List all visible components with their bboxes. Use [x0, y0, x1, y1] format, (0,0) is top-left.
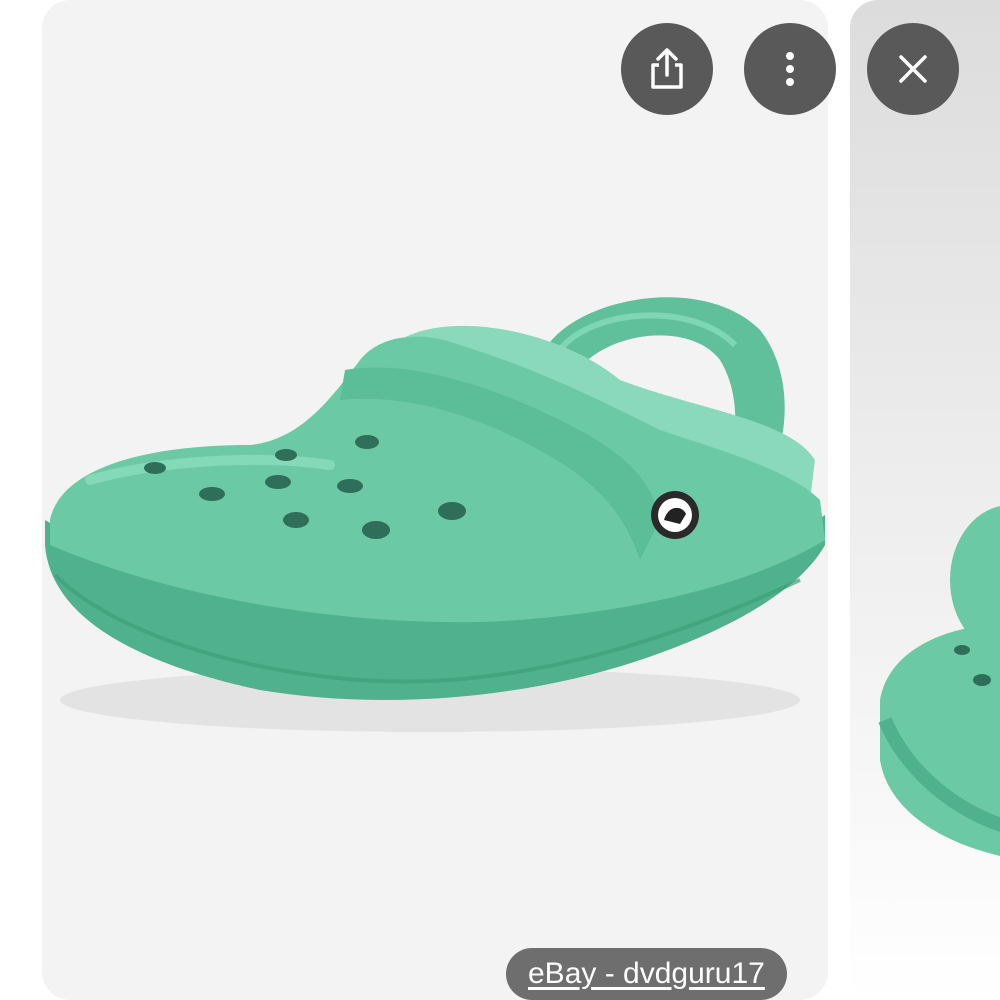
more-vert-icon — [786, 52, 794, 86]
main-image-card[interactable] — [42, 0, 828, 1000]
next-image-card[interactable] — [850, 0, 1000, 1000]
share-icon — [651, 48, 683, 89]
next-product-image — [878, 506, 1000, 856]
close-button[interactable] — [867, 23, 959, 115]
source-link[interactable]: eBay - dvdguru17 — [506, 948, 787, 1000]
close-icon — [899, 55, 927, 83]
source-label: eBay - dvdguru17 — [528, 957, 765, 990]
share-button[interactable] — [621, 23, 713, 115]
product-image — [45, 297, 825, 732]
more-options-button[interactable] — [744, 23, 836, 115]
